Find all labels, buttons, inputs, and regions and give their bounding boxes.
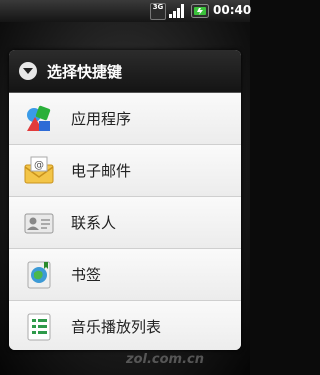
- 3g-icon: 3G: [150, 3, 166, 20]
- menu-item-contacts[interactable]: 联系人: [9, 197, 241, 249]
- chevron-down-circle-icon: [19, 62, 37, 80]
- applications-icon: [27, 105, 51, 131]
- battery-icon: [191, 4, 209, 18]
- menu-item-label: 应用程序: [71, 110, 132, 128]
- menu-item-email[interactable]: @ 电子邮件: [9, 145, 241, 197]
- shortcut-dialog: 选择快捷键 应用程序 @ 电子邮件 联系人 书签 音乐播放列表: [9, 50, 241, 350]
- music-playlist-icon: [27, 313, 51, 341]
- menu-item-applications[interactable]: 应用程序: [9, 93, 241, 145]
- menu-item-music-playlist[interactable]: 音乐播放列表: [9, 301, 241, 350]
- menu-item-label: 音乐播放列表: [71, 318, 162, 336]
- dialog-header: 选择快捷键: [9, 50, 241, 93]
- menu-item-label: 书签: [71, 266, 102, 284]
- menu-item-label: 联系人: [71, 214, 117, 232]
- menu-item-bookmarks[interactable]: 书签: [9, 249, 241, 301]
- contacts-icon: [24, 213, 54, 234]
- watermark: zol.com.cn: [126, 352, 204, 367]
- shortcut-menu: 应用程序 @ 电子邮件 联系人 书签 音乐播放列表: [9, 93, 241, 350]
- clock-time: 00:40: [213, 3, 252, 17]
- svg-text:@: @: [34, 160, 44, 171]
- bookmark-icon: [27, 261, 51, 289]
- signal-icon: [169, 4, 184, 18]
- dialog-title: 选择快捷键: [47, 63, 123, 81]
- email-icon: @: [24, 156, 54, 184]
- status-bar: 3G 00:40: [0, 0, 252, 22]
- menu-item-label: 电子邮件: [71, 162, 132, 180]
